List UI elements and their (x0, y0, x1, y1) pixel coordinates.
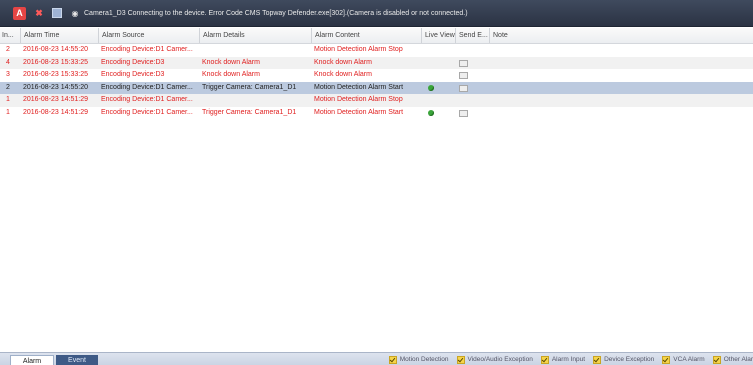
table-row[interactable]: 4 2016-08-23 15:33:25 Encoding Device:D3… (0, 56, 753, 69)
send-email-icon[interactable] (459, 84, 468, 92)
alarm-details: Trigger Camera: Camera1_D1 (202, 83, 297, 91)
live-view-icon[interactable] (428, 84, 434, 91)
filter-other-alarm[interactable]: Other Alar (712, 355, 753, 364)
filter-label: VCA Alarm (673, 356, 705, 363)
alarm-source: Encoding Device:D3 (101, 58, 165, 66)
checkbox-checked-icon[interactable] (456, 355, 465, 364)
alarm-bell-icon[interactable]: A (13, 6, 26, 20)
checkbox-checked-icon[interactable] (662, 355, 671, 364)
alarm-table-body: 2 2016-08-23 14:55:20 Encoding Device:D1… (0, 44, 753, 119)
alarm-toolbar: A ✖ ◉ Camera1_D3 Connecting to the devic… (0, 0, 753, 27)
send-email-icon[interactable] (459, 109, 468, 117)
table-header: In... Alarm Time Alarm Source Alarm Deta… (0, 28, 753, 44)
alarm-time: 2016-08-23 14:51:29 (23, 108, 88, 116)
filter-video-audio-exception[interactable]: Video/Audio Exception (456, 355, 533, 364)
alarm-details: Trigger Camera: Camera1_D1 (202, 108, 297, 116)
alarm-event-panel: A ✖ ◉ Camera1_D3 Connecting to the devic… (0, 0, 753, 365)
send-email-icon[interactable] (459, 72, 468, 79)
tab-event[interactable]: Event (56, 355, 98, 365)
column-header-send-email[interactable]: Send E... (455, 28, 492, 43)
tab-alarm[interactable]: Alarm (10, 355, 54, 365)
alarm-details: Knock down Alarm (202, 71, 260, 78)
table-row[interactable]: 1 2016-08-23 14:51:29 Encoding Device:D1… (0, 94, 753, 107)
alarm-time: 2016-08-23 15:33:25 (23, 71, 88, 78)
alarm-details: Knock down Alarm (202, 58, 260, 66)
alarm-list-icon[interactable] (52, 8, 62, 18)
row-index: 2 (6, 83, 10, 91)
alarm-time: 2016-08-23 14:55:20 (23, 83, 88, 91)
checkbox-checked-icon[interactable] (712, 355, 721, 364)
alarm-source: Encoding Device:D1 Camer... (101, 46, 193, 53)
column-header-alarm-time[interactable]: Alarm Time (20, 28, 99, 43)
alarm-source: Encoding Device:D1 Camer... (101, 96, 193, 103)
column-header-index[interactable]: In... (2, 28, 20, 43)
live-view-icon[interactable] (428, 109, 434, 116)
column-header-alarm-details[interactable]: Alarm Details (199, 28, 310, 43)
table-row-selected[interactable]: 2 2016-08-23 14:55:20 Encoding Device:D1… (0, 81, 753, 94)
filter-label: Alarm Input (551, 356, 586, 363)
row-index: 4 (6, 58, 10, 66)
row-index: 2 (6, 46, 10, 53)
checkbox-checked-icon[interactable] (388, 355, 397, 364)
filter-label: Device Exception (604, 356, 655, 363)
alarm-content: Motion Detection Alarm Stop (314, 46, 403, 53)
bottom-bar: Alarm Event Motion Detection Video/Audio… (0, 352, 753, 365)
table-row[interactable]: 2 2016-08-23 14:55:20 Encoding Device:D1… (0, 44, 753, 57)
alarm-time: 2016-08-23 14:55:20 (23, 46, 88, 53)
send-email-icon[interactable] (459, 59, 468, 67)
filter-alarm-input[interactable]: Alarm Input (540, 355, 586, 364)
checkbox-checked-icon[interactable] (593, 355, 602, 364)
filter-label: Video/Audio Exception (467, 356, 533, 363)
delete-alarm-icon[interactable]: ✖ (35, 8, 43, 18)
filter-vca-alarm[interactable]: VCA Alarm (662, 355, 705, 364)
alarm-source: Encoding Device:D1 Camer... (101, 83, 193, 91)
column-header-alarm-content[interactable]: Alarm Content (311, 28, 421, 43)
filter-label: Motion Detection (399, 356, 449, 363)
row-index: 1 (6, 96, 10, 103)
alarm-content: Knock down Alarm (314, 71, 372, 78)
row-index: 3 (6, 71, 10, 78)
alarm-time: 2016-08-23 15:33:25 (23, 58, 88, 66)
checkbox-checked-icon[interactable] (540, 355, 549, 364)
row-index: 1 (6, 108, 10, 116)
column-header-alarm-source[interactable]: Alarm Source (98, 28, 198, 43)
alarm-source: Encoding Device:D3 (101, 71, 165, 78)
table-row[interactable]: 1 2016-08-23 14:51:29 Encoding Device:D1… (0, 107, 753, 120)
alarm-content: Motion Detection Alarm Stop (314, 96, 403, 103)
alarm-content: Motion Detection Alarm Start (314, 108, 404, 116)
table-row[interactable]: 3 2016-08-23 15:33:25 Encoding Device:D3… (0, 69, 753, 82)
preview-eye-icon[interactable]: ◉ (71, 9, 79, 18)
filter-label: Other Alar (723, 356, 753, 363)
column-header-live-view[interactable]: Live View (421, 28, 458, 43)
filter-device-exception[interactable]: Device Exception (593, 355, 655, 364)
alarm-content: Motion Detection Alarm Start (314, 83, 404, 91)
alarm-source: Encoding Device:D1 Camer... (101, 108, 193, 116)
column-header-note[interactable]: Note (489, 28, 523, 43)
status-message: Camera1_D3 Connecting to the device. Err… (84, 9, 468, 17)
alarm-content: Knock down Alarm (314, 58, 372, 66)
alarm-time: 2016-08-23 14:51:29 (23, 96, 88, 103)
filter-motion-detection[interactable]: Motion Detection (388, 355, 449, 364)
alarm-type-filters: Motion Detection Video/Audio Exception A… (381, 353, 753, 365)
